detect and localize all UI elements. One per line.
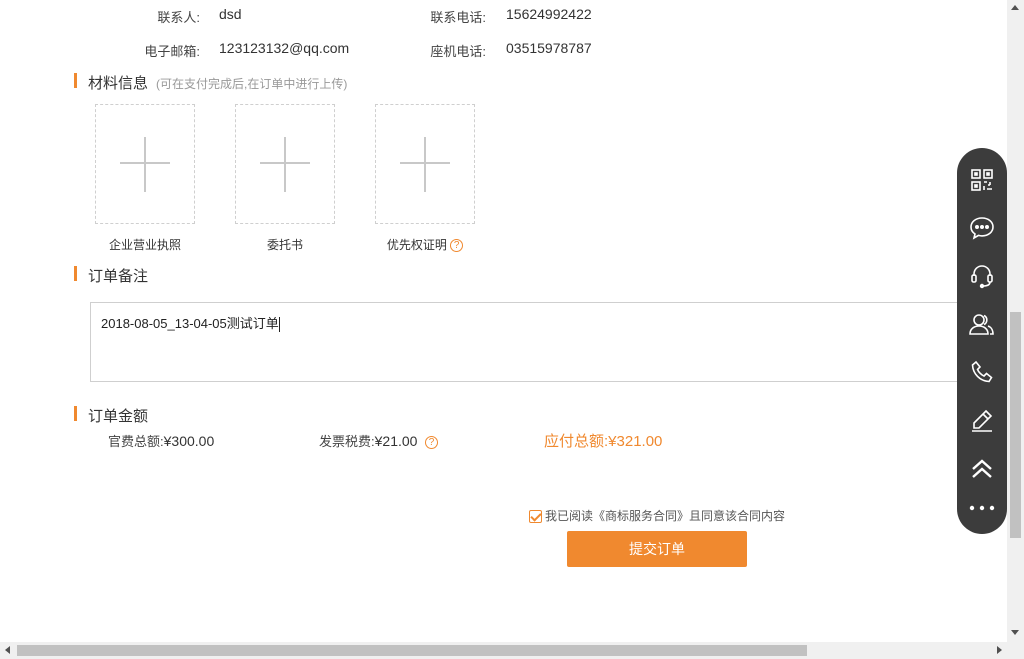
remark-section-marker: [74, 266, 77, 281]
landline-value: 03515978787: [506, 40, 592, 56]
vertical-scrollbar[interactable]: [1007, 0, 1024, 642]
landline-label: 座机电话:: [430, 44, 486, 59]
official-fee-value: ¥300.00: [163, 433, 215, 449]
email-label: 电子邮箱:: [144, 44, 200, 59]
upload-priority-certificate-caption: 优先权证明 ?: [355, 236, 495, 253]
agreement-text: 我已阅读《商标服务合同》且同意该合同内容: [545, 509, 786, 523]
scroll-right-arrow-icon[interactable]: [997, 646, 1002, 654]
customer-service-icon[interactable]: [967, 261, 997, 291]
users-icon[interactable]: [967, 309, 997, 339]
materials-section-marker: [74, 73, 77, 88]
upload-power-of-attorney-label: 委托书: [266, 238, 303, 252]
remark-section-title: 订单备注: [88, 268, 149, 285]
invoice-tax-label: 发票税费:: [319, 434, 375, 449]
agreement-row[interactable]: 我已阅读《商标服务合同》且同意该合同内容: [529, 507, 785, 524]
materials-hint: (可在支付完成后,在订单中进行上传): [156, 77, 348, 91]
horizontal-scrollbar[interactable]: [0, 642, 1024, 659]
horizontal-scrollbar-thumb[interactable]: [17, 645, 807, 656]
upload-business-license[interactable]: [95, 104, 195, 224]
scroll-left-arrow-icon[interactable]: [5, 646, 10, 654]
more-icon[interactable]: [967, 493, 997, 523]
total-amount-value: ¥321.00: [608, 433, 663, 450]
scroll-down-arrow-icon[interactable]: [1011, 630, 1019, 635]
email-value: 123123132@qq.com: [219, 40, 350, 56]
text-caret: [278, 317, 280, 333]
order-remark-textarea[interactable]: 2018-08-05_13-04-05测试订单: [90, 302, 970, 382]
amount-section-title: 订单金额: [88, 408, 149, 425]
total-amount-label: 应付总额:: [544, 433, 609, 450]
scroll-up-arrow-icon[interactable]: [1011, 5, 1019, 10]
help-icon[interactable]: ?: [450, 239, 464, 253]
total-amount: 应付总额:¥321.00: [544, 430, 662, 451]
phone-icon[interactable]: [967, 357, 997, 387]
phone-label: 联系电话:: [430, 10, 486, 25]
agreement-checkbox[interactable]: [529, 510, 542, 524]
materials-section-title: 材料信息 (可在支付完成后,在订单中进行上传): [88, 72, 347, 93]
official-fee-label: 官费总额:: [108, 434, 164, 449]
materials-title: 材料信息: [88, 75, 149, 92]
floating-toolbar: [957, 148, 1007, 534]
upload-business-license-label: 企业营业执照: [108, 238, 181, 252]
chat-icon[interactable]: [967, 213, 997, 243]
order-remark-text: 2018-08-05_13-04-05测试订单: [101, 316, 279, 331]
vertical-scrollbar-thumb[interactable]: [1010, 312, 1021, 538]
back-to-top-icon[interactable]: [967, 453, 997, 483]
contact-person-label: 联系人:: [157, 10, 200, 25]
help-icon[interactable]: ?: [425, 436, 439, 450]
amount-section-marker: [74, 406, 77, 421]
phone-value: 15624992422: [506, 6, 592, 22]
invoice-tax-value: ¥21.00: [374, 433, 418, 449]
edit-icon[interactable]: [967, 405, 997, 435]
upload-priority-certificate-label: 优先权证明: [386, 238, 447, 252]
official-fee: 官费总额:¥300.00: [108, 431, 214, 450]
upload-power-of-attorney[interactable]: [235, 104, 335, 224]
upload-priority-certificate[interactable]: [375, 104, 475, 224]
invoice-tax: 发票税费:¥21.00 ?: [319, 431, 439, 450]
qrcode-icon[interactable]: [967, 165, 997, 195]
contact-person-value: dsd: [219, 6, 242, 22]
submit-order-button[interactable]: 提交订单: [567, 531, 747, 567]
